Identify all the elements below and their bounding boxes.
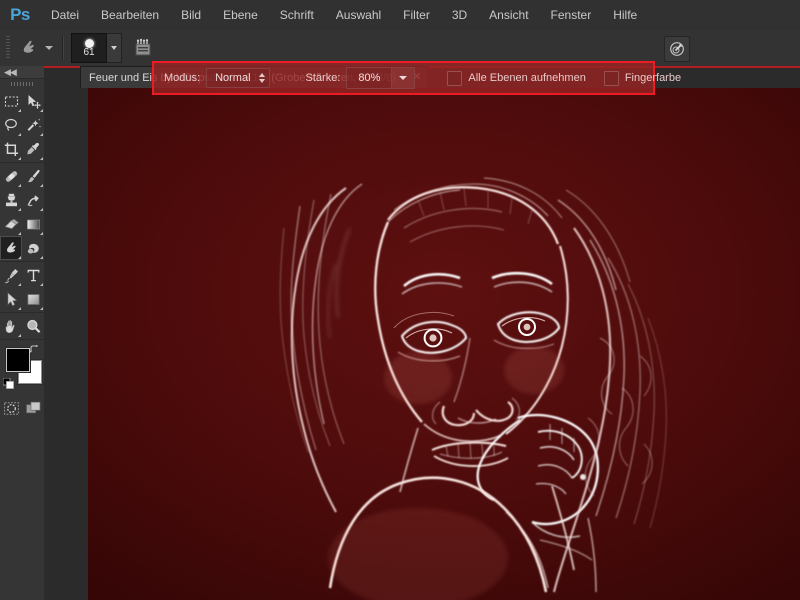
annotation-highlight-box: Modus: Normal Stärke: 80% Alle Ebenen au… [152,61,681,95]
brush-picker-chevron-icon[interactable] [107,33,122,63]
artwork-glowing-edges-portrait [88,88,800,600]
quick-mask-button[interactable] [0,397,22,419]
tool-move[interactable] [22,89,44,113]
strength-control[interactable]: 80% [340,67,416,89]
menu-ansicht[interactable]: Ansicht [478,0,539,30]
tools-panel: ◀◀ [0,66,45,600]
screen-mode-button[interactable] [22,397,44,419]
tool-brush[interactable] [22,164,44,188]
menu-fenster[interactable]: Fenster [540,0,603,30]
tool-type[interactable] [22,263,44,287]
mode-label: Modus: [164,72,201,84]
tools-collapse-button[interactable]: ◀◀ [0,66,44,79]
tool-crop[interactable] [0,137,22,161]
menu-bar: Ps Datei Bearbeiten Bild Ebene Schrift A… [0,0,800,31]
default-colors-icon[interactable] [2,377,14,389]
menu-3d[interactable]: 3D [441,0,478,30]
tool-group-retouch [0,163,44,262]
tool-history-brush[interactable] [22,188,44,212]
tool-eyedropper[interactable] [22,137,44,161]
photoshop-window: Ps Datei Bearbeiten Bild Ebene Schrift A… [0,0,800,600]
strength-chevron-icon[interactable] [392,67,416,89]
tool-smudge[interactable] [0,236,22,260]
foreground-color-swatch[interactable] [6,348,30,372]
tool-clone-stamp[interactable] [0,188,22,212]
color-swatches [0,344,44,390]
canvas-left-gutter [44,88,88,600]
menu-schrift[interactable]: Schrift [269,0,325,30]
menu-hilfe[interactable]: Hilfe [602,0,648,30]
brush-size-value: 61 [83,46,95,58]
menu-auswahl[interactable]: Auswahl [325,0,392,30]
swap-colors-icon[interactable] [29,344,40,358]
tool-hand[interactable] [0,314,22,338]
menu-bild[interactable]: Bild [170,0,212,30]
finger-painting-label: Fingerfarbe [624,72,682,84]
menu-datei[interactable]: Datei [40,0,90,30]
finger-painting-checkbox[interactable] [603,70,619,86]
tool-group-navigation [0,313,44,340]
tool-group-selection [0,88,44,163]
brush-panel-toggle-icon[interactable] [130,35,156,61]
tablet-pressure-button[interactable] [664,36,690,62]
tool-dodge[interactable] [22,236,44,260]
menu-ebene[interactable]: Ebene [212,0,269,30]
artboard[interactable] [88,88,800,600]
tool-eraser[interactable] [0,212,22,236]
photoshop-logo: Ps [10,5,30,24]
tool-group-vector [0,262,44,313]
sample-all-layers-checkbox[interactable] [447,70,463,86]
tool-healing-brush[interactable] [0,164,22,188]
mode-value: Normal [215,72,251,84]
strength-input[interactable]: 80% [346,67,393,89]
tool-zoom[interactable] [22,314,44,338]
brush-preview[interactable]: 61 [71,33,107,63]
mode-select[interactable]: Normal [206,68,270,88]
tool-shape[interactable] [22,287,44,311]
tool-preset-chevron-icon[interactable] [45,46,53,50]
active-tool-smudge-icon[interactable] [16,35,42,61]
tools-panel-grip[interactable] [0,79,44,88]
tool-options-bar: 61 Modus: Normal Stärke: 80% Alle Ebenen… [0,30,800,95]
mask-mode-row [0,397,44,419]
mode-stepper-icon[interactable] [258,73,265,83]
tool-pen[interactable] [0,263,22,287]
canvas-area [44,88,800,600]
menu-bearbeiten[interactable]: Bearbeiten [90,0,170,30]
sample-all-layers-label: Alle Ebenen aufnehmen [468,72,586,84]
menu-filter[interactable]: Filter [392,0,441,30]
options-divider-1 [62,36,64,60]
tool-lasso[interactable] [0,113,22,137]
tool-path-selection[interactable] [0,287,22,311]
brush-preset-picker[interactable]: 61 [71,33,122,63]
tool-gradient[interactable] [22,212,44,236]
strength-label: Stärke: [305,72,341,84]
tool-marquee[interactable] [0,89,22,113]
options-bar-grip[interactable] [3,36,13,60]
tool-magic-wand[interactable] [22,113,44,137]
collapse-chevrons-icon: ◀◀ [4,66,17,77]
